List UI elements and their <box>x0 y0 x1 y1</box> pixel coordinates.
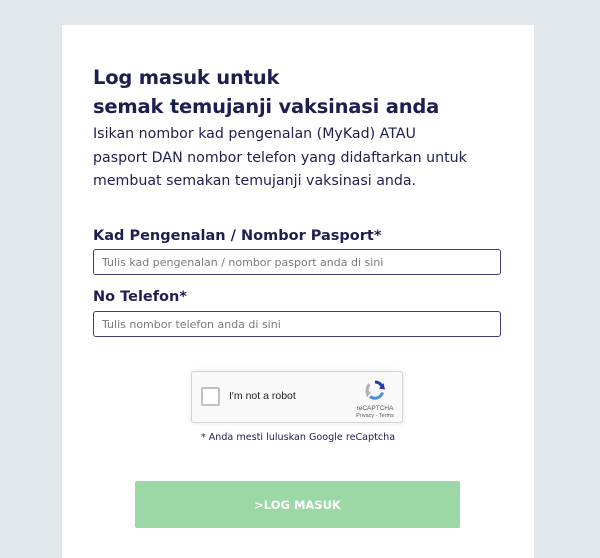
instructions-line-3: membuat semakan temujanji vaksinasi anda… <box>93 173 417 189</box>
recaptcha-links: Privacy - Terms <box>344 413 406 419</box>
recaptcha-brand: reCAPTCHA <box>356 405 394 412</box>
title-line-2: semak temujanji vaksinasi anda <box>93 95 440 118</box>
instructions-line-1: Isikan nombor kad pengenalan (MyKad) ATA… <box>93 126 416 142</box>
page-title: Log masuk untuk semak temujanji vaksinas… <box>93 63 513 121</box>
login-button[interactable]: >LOG MASUK <box>135 481 460 528</box>
recaptcha-widget: I'm not a robot reCAPTCHA Privacy - Term… <box>191 371 403 423</box>
instructions-line-2: pasport DAN nombor telefon yang didaftar… <box>93 149 467 166</box>
captcha-requirement-note: * Anda mesti luluskan Google reCaptcha <box>200 432 396 443</box>
phone-label: No Telefon* <box>93 289 187 305</box>
title-line-1: Log masuk untuk <box>93 66 280 89</box>
recaptcha-terms-link[interactable]: Terms <box>379 413 394 419</box>
login-card: Log masuk untuk semak temujanji vaksinas… <box>62 25 534 558</box>
recaptcha-checkbox[interactable] <box>201 387 220 406</box>
ic-passport-input[interactable] <box>93 249 501 275</box>
instructions: Isikan nombor kad pengenalan (MyKad) ATA… <box>93 123 523 194</box>
recaptcha-privacy-link[interactable]: Privacy <box>356 413 374 419</box>
recaptcha-logo-icon <box>365 380 385 400</box>
recaptcha-checkbox-label: I'm not a robot <box>229 390 296 402</box>
ic-passport-label: Kad Pengenalan / Nombor Pasport* <box>93 228 382 244</box>
phone-input[interactable] <box>93 311 501 337</box>
